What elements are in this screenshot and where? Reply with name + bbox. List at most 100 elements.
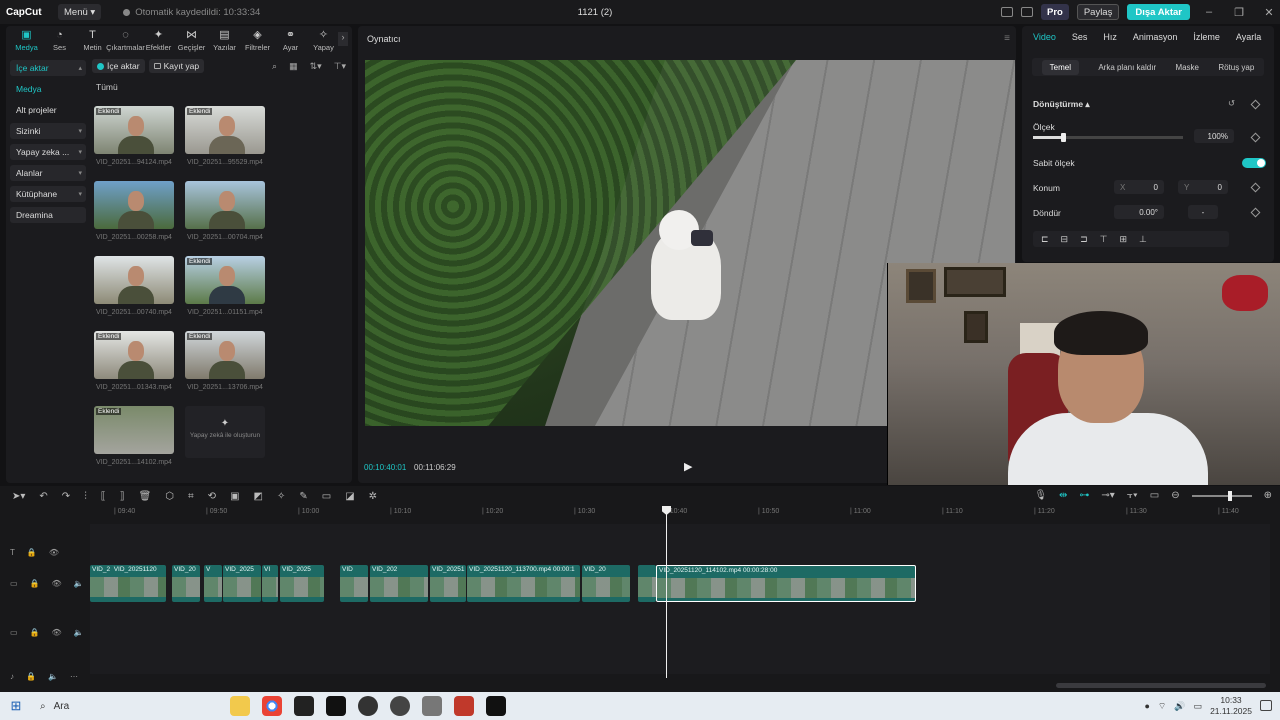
align-center-h-icon[interactable]: ⊟: [1061, 234, 1069, 245]
sidebar-item-media[interactable]: Medya: [10, 81, 86, 97]
share-button[interactable]: Paylaş: [1076, 4, 1120, 20]
sort-icon[interactable]: ⇅▾: [310, 61, 322, 72]
caption-icon[interactable]: ▭: [1150, 490, 1159, 501]
undo-icon[interactable]: ↶: [39, 491, 47, 502]
uniform-scale-toggle[interactable]: [1242, 158, 1266, 168]
tab-adjust[interactable]: ⚭ Ayar: [274, 30, 307, 53]
maximize-icon[interactable]: ❐: [1228, 6, 1250, 19]
zoom-slider[interactable]: [1191, 490, 1252, 501]
more-icon[interactable]: ⋯: [70, 672, 78, 681]
preview-axis-icon[interactable]: ⊸▾: [1101, 490, 1114, 501]
video-clip[interactable]: VID_202: [370, 565, 428, 602]
tab-media[interactable]: ▣ Medya: [10, 30, 43, 53]
project-title[interactable]: 1121 (2): [560, 7, 630, 18]
keyframe-icon[interactable]: [1250, 182, 1261, 193]
scale-value-input[interactable]: 100%: [1194, 129, 1234, 143]
battery-icon[interactable]: ▭: [1194, 701, 1203, 712]
keyframe-icon[interactable]: [1250, 207, 1261, 218]
lock-icon[interactable]: 🔒: [26, 672, 36, 681]
record-button[interactable]: Kayıt yap: [148, 59, 205, 73]
tab-tracking[interactable]: İzleme: [1193, 32, 1220, 42]
tabs-more-button[interactable]: ›: [338, 32, 348, 46]
tab-audio[interactable]: Ses: [1072, 32, 1088, 42]
notification-icon[interactable]: [1260, 700, 1272, 711]
video-app-icon[interactable]: [454, 696, 474, 716]
delete-icon[interactable]: 🗑: [139, 491, 152, 502]
crop-icon[interactable]: ⌗: [188, 491, 194, 502]
media-item[interactable]: Eklendi VID_20251...13706.mp4: [185, 331, 265, 391]
linkage-icon[interactable]: ⊶: [1079, 490, 1089, 501]
mirror-icon[interactable]: ◩: [254, 491, 263, 502]
menu-button[interactable]: Menü ▾: [58, 4, 102, 20]
snap-icon[interactable]: ⫟▾: [1127, 490, 1138, 501]
network-icon[interactable]: ⌔: [1158, 701, 1166, 712]
chrome-icon[interactable]: [262, 696, 282, 716]
filter-icon[interactable]: ⊤▾: [334, 61, 346, 72]
play-icon[interactable]: ▶: [684, 460, 692, 473]
video-clip[interactable]: VID_20: [582, 565, 630, 602]
main-track-magnet-icon[interactable]: ⇹: [1059, 490, 1067, 501]
video-clip[interactable]: [638, 565, 656, 602]
pro-button[interactable]: Pro: [1040, 4, 1069, 20]
tab-video[interactable]: Video: [1033, 32, 1056, 42]
media-item[interactable]: Eklendi VID_20251...01343.mp4: [94, 331, 174, 391]
timeline-scrollbar[interactable]: [1056, 683, 1266, 688]
scale-slider-handle[interactable]: [1061, 133, 1066, 142]
video-clip[interactable]: VID_2025: [223, 565, 261, 602]
player-menu-icon[interactable]: ≡: [1004, 33, 1010, 44]
sidebar-item-spaces[interactable]: Alanlar ▾: [10, 165, 86, 181]
sidebar-item-library[interactable]: Kütüphane ▾: [10, 186, 86, 202]
microphone-app-icon[interactable]: [358, 696, 378, 716]
tab-adjust[interactable]: Ayarla: [1236, 32, 1261, 42]
ai-create-card[interactable]: ✦ Yapay zekâ ile oluşturun: [185, 406, 265, 458]
time-ruler[interactable]: | 09:40 | 09:50 | 10:00 | 10:10 | 10:20 | 10:…: [90, 508, 1270, 520]
volume-icon[interactable]: 🔊: [1174, 701, 1185, 712]
tab-transitions[interactable]: ⋈ Geçişler: [175, 30, 208, 53]
r-app-icon[interactable]: [294, 696, 314, 716]
video-clip[interactable]: VID_20: [172, 565, 200, 602]
resize-icon[interactable]: ▭: [322, 491, 331, 502]
keyframe-icon[interactable]: [1250, 132, 1261, 143]
align-top-icon[interactable]: ⊤: [1100, 234, 1108, 245]
sidebar-item-subprojects[interactable]: Alt projeler: [10, 102, 86, 118]
subtab-remove-bg[interactable]: Arka planı kaldır: [1098, 63, 1156, 72]
sidebar-item-yours[interactable]: Sizinki ▾: [10, 123, 86, 139]
video-clip[interactable]: VID_2 VID_20251120: [90, 565, 166, 602]
obs-icon[interactable]: [390, 696, 410, 716]
microphone-icon[interactable]: 🎙: [1034, 490, 1047, 501]
track-area[interactable]: VID_2 VID_20251120 VID_20 V VID_2025 VI …: [90, 524, 1270, 674]
lock-icon[interactable]: 🔒: [30, 579, 40, 588]
video-clip[interactable]: VID_20251120_113700.mp4 00:00:1: [467, 565, 580, 602]
export-button[interactable]: Dışa Aktar: [1127, 4, 1190, 20]
split-icon[interactable]: ⫶: [84, 491, 87, 502]
media-item[interactable]: VID_20251...00740.mp4: [94, 256, 174, 316]
subtab-basic[interactable]: Temel: [1041, 59, 1079, 75]
video-clip[interactable]: VID_20251: [430, 565, 466, 602]
speed-icon[interactable]: ⟲: [208, 491, 216, 502]
position-x-input[interactable]: X0: [1114, 180, 1164, 194]
close-icon[interactable]: ✕: [1258, 6, 1280, 19]
tab-ai[interactable]: ✧ Yapay: [307, 30, 340, 53]
sidebar-item-ai[interactable]: Yapay zeka ... ▾: [10, 144, 86, 160]
video-clip[interactable]: VI: [262, 565, 278, 602]
video-clip[interactable]: V: [204, 565, 222, 602]
cutout-icon[interactable]: ◪: [345, 491, 354, 502]
import-button[interactable]: İçe aktar: [92, 59, 145, 73]
layout-icon[interactable]: [1000, 7, 1013, 17]
align-center-v-icon[interactable]: ⊞: [1119, 234, 1127, 245]
capcut-taskbar-icon[interactable]: [326, 696, 346, 716]
visibility-icon[interactable]: 👁: [52, 579, 62, 588]
media-item[interactable]: VID_20251...00704.mp4: [185, 181, 265, 241]
tab-text[interactable]: T Metin: [76, 30, 109, 53]
media-item[interactable]: Eklendi VID_20251...14102.mp4: [94, 406, 174, 466]
stabilize-icon[interactable]: ✲: [369, 491, 377, 502]
visibility-icon[interactable]: 👁: [49, 548, 59, 557]
taskbar-search[interactable]: ⌕ Ara: [32, 692, 222, 720]
rotate-flip-button[interactable]: -: [1188, 205, 1218, 219]
tray-app-icon[interactable]: ●: [1144, 701, 1149, 711]
sidebar-item-import[interactable]: İçe aktar ▴: [10, 60, 86, 76]
media-item[interactable]: VID_20251...00258.mp4: [94, 181, 174, 241]
subtab-retouch[interactable]: Rötuş yap: [1218, 63, 1254, 72]
freeze-icon[interactable]: ▣: [230, 491, 239, 502]
align-bottom-icon[interactable]: ⊥: [1139, 234, 1147, 245]
